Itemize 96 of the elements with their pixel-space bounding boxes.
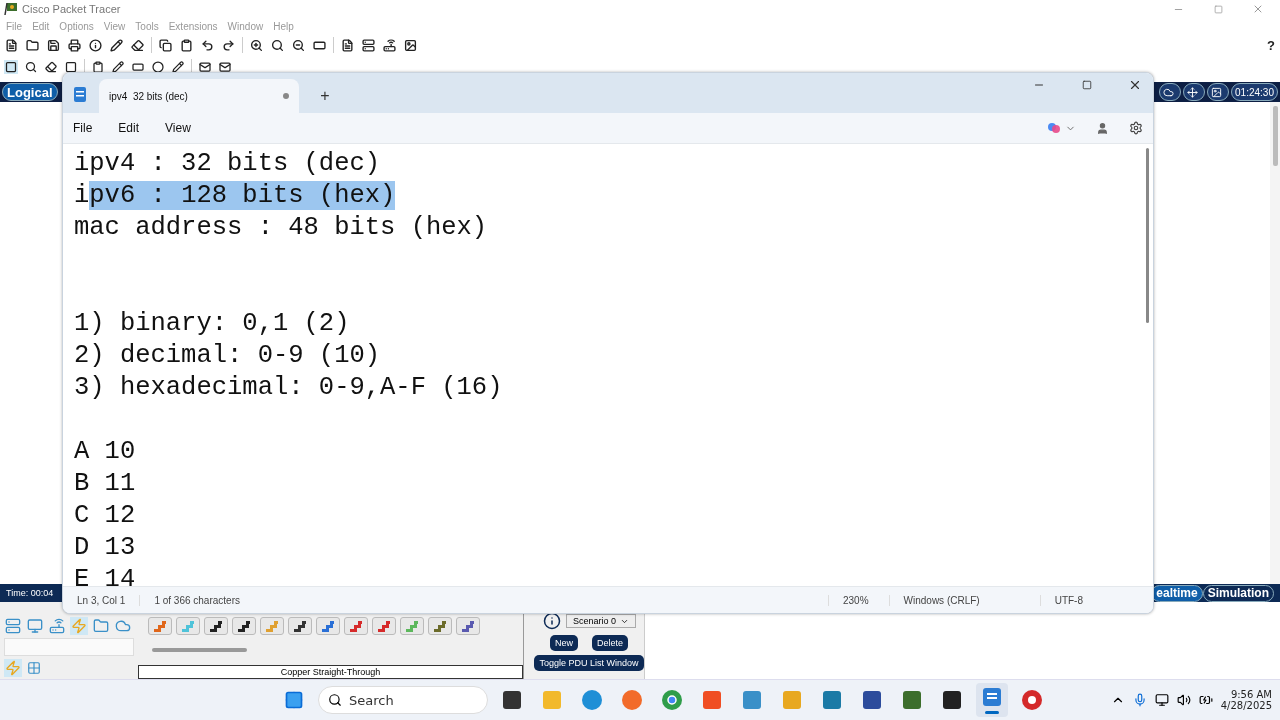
- search-icon: [328, 693, 342, 707]
- scenario-button[interactable]: New: [550, 635, 578, 651]
- pencil-button[interactable]: [171, 60, 185, 74]
- device-category-button[interactable]: [4, 617, 22, 635]
- toggle-pdu-button[interactable]: Toggle PDU List Window: [534, 655, 644, 671]
- text-line: E 14: [74, 565, 136, 586]
- router-button[interactable]: [382, 37, 397, 53]
- menu-item[interactable]: File: [73, 121, 93, 135]
- device-category-button[interactable]: [26, 617, 44, 635]
- select-button[interactable]: [4, 60, 18, 74]
- clock-date: 4/28/2025: [1220, 700, 1272, 711]
- new-tab-button[interactable]: +: [311, 79, 339, 113]
- scenario-button[interactable]: Delete: [592, 635, 628, 651]
- list-button[interactable]: [340, 37, 355, 53]
- help-button[interactable]: ?: [1266, 36, 1276, 54]
- battery-icon[interactable]: [1198, 693, 1213, 707]
- text-line: D 13: [74, 533, 136, 562]
- text-line: ipv4 : 32 bits (dec): [74, 149, 381, 178]
- character-count: 1 of 366 characters: [139, 594, 254, 606]
- microphone-icon[interactable]: [1132, 693, 1147, 707]
- envelope-button[interactable]: [218, 60, 232, 74]
- volume-icon[interactable]: [1176, 693, 1191, 707]
- clock-time: 9:56 AM: [1230, 689, 1272, 700]
- search-button[interactable]: [24, 60, 38, 74]
- account-icon[interactable]: [1096, 121, 1109, 135]
- cable-button[interactable]: [204, 617, 228, 635]
- note-button[interactable]: [91, 60, 105, 74]
- device-category-button[interactable]: [92, 617, 110, 635]
- text-line: A 10: [74, 437, 136, 466]
- copilot-icon[interactable]: [1047, 121, 1061, 135]
- cable-name: Copper Straight-Through: [138, 665, 523, 679]
- printer-button[interactable]: [67, 37, 82, 53]
- zoom-out-button[interactable]: [291, 37, 306, 53]
- search-button[interactable]: [270, 37, 285, 53]
- new-file-button[interactable]: [4, 37, 19, 53]
- rectangle-button[interactable]: [131, 60, 145, 74]
- cable-button[interactable]: [232, 617, 256, 635]
- cloud-button[interactable]: [1159, 83, 1182, 101]
- text-line: 1) binary: 0,1 (2): [74, 309, 350, 338]
- text-line: B 11: [74, 469, 136, 498]
- zoom-level: 230%: [827, 594, 889, 606]
- close-icon: [1128, 78, 1142, 92]
- info-button[interactable]: [542, 611, 562, 631]
- simulation-time: Time: 00:04: [6, 588, 54, 598]
- cable-button[interactable]: [288, 617, 312, 635]
- delete-button[interactable]: [44, 60, 58, 74]
- server-button[interactable]: [361, 37, 376, 53]
- image-icon: [1211, 86, 1223, 98]
- text-line: C 12: [74, 501, 136, 530]
- folder-button[interactable]: [25, 37, 40, 53]
- maximize-icon: [1082, 80, 1092, 90]
- envelope-button[interactable]: [198, 60, 212, 74]
- zoom-in-button[interactable]: [249, 37, 264, 53]
- resize-button[interactable]: [64, 60, 78, 74]
- move-icon: [1187, 86, 1199, 98]
- eraser-button[interactable]: [130, 37, 145, 53]
- line-ending: Windows (CRLF): [888, 594, 1040, 606]
- selected-text: pv6 : 128 bits (hex): [89, 181, 396, 210]
- clipboard-button[interactable]: [179, 37, 194, 53]
- notepad-app-icon: [981, 686, 1003, 708]
- move-button[interactable]: [1183, 83, 1206, 101]
- maximize-icon: [1213, 4, 1223, 14]
- scenario-select[interactable]: Scenario 0: [566, 614, 636, 628]
- window-title: Cisco Packet Tracer: [22, 3, 121, 15]
- text-editor[interactable]: ipv4 : 32 bits (dec) ipv6 : 128 bits (hex) mac address : 48 bits (hex) 1) binary: 0,1 (2) 2) decimal: 0-9 (10) 3) hexadecimal: 0-9,A-F (16) A 10 B 11 C 12 D 13 E 14: [63, 144, 1141, 586]
- image-button[interactable]: [403, 37, 418, 53]
- grid-button[interactable]: [26, 660, 42, 676]
- image-button[interactable]: [1207, 83, 1230, 101]
- search-field[interactable]: Search: [318, 686, 488, 714]
- text-line: i: [74, 181, 90, 210]
- pencil-button[interactable]: [109, 37, 124, 53]
- device-category-button[interactable]: [48, 617, 66, 635]
- timer-button[interactable]: 01:24:30: [1231, 83, 1278, 101]
- cloud-icon: [1163, 86, 1175, 98]
- info-button[interactable]: [88, 37, 103, 53]
- cursor-position: Ln 3, Col 1: [77, 594, 127, 606]
- simulation-button[interactable]: Simulation: [1202, 584, 1274, 602]
- text-line: mac address : 48 bits (hex): [74, 213, 488, 242]
- encoding: UTF-8: [1039, 594, 1153, 606]
- monitor-icon[interactable]: [1154, 693, 1169, 707]
- menu-item[interactable]: Edit: [118, 121, 140, 135]
- close-icon: [1252, 3, 1264, 15]
- scrollbar[interactable]: [1270, 102, 1280, 584]
- notepad-icon: [73, 85, 87, 103]
- app-logo-icon: [4, 2, 18, 16]
- logical-mode-button[interactable]: Logical: [2, 83, 58, 101]
- text-line: 3) hexadecimal: 0-9,A-F (16): [74, 373, 503, 402]
- line-button[interactable]: [111, 60, 125, 74]
- ellipse-button[interactable]: [151, 60, 165, 74]
- copy-button[interactable]: [158, 37, 173, 53]
- menu-item[interactable]: View: [165, 121, 191, 135]
- text-line: 2) decimal: 0-9 (10): [74, 341, 381, 370]
- realtime-button[interactable]: ealtime: [1151, 584, 1203, 602]
- save-button[interactable]: [46, 37, 61, 53]
- settings-icon[interactable]: [1129, 121, 1143, 135]
- document-tab[interactable]: ipv4 32 bits (dec): [99, 79, 299, 113]
